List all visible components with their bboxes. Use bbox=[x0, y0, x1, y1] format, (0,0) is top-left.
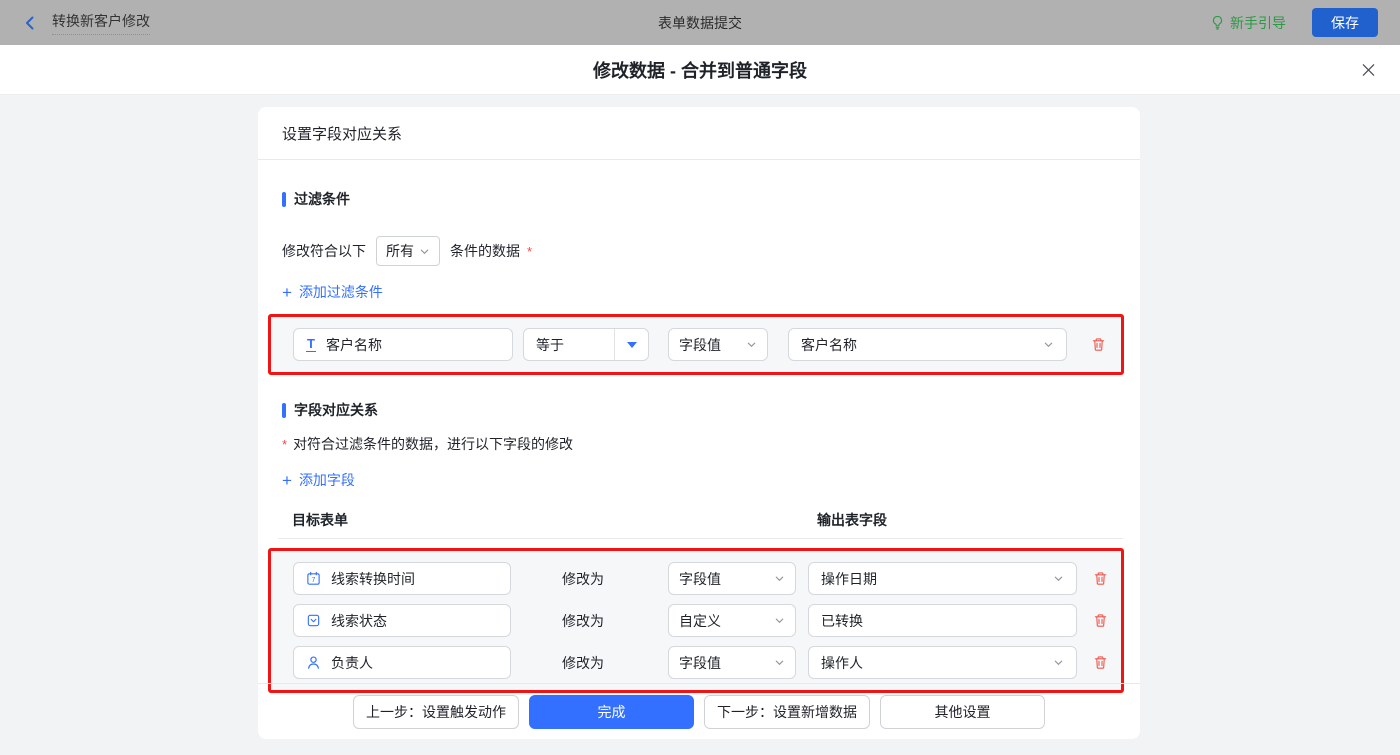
text-field-icon: T bbox=[306, 336, 316, 352]
chevron-down-icon bbox=[774, 573, 785, 584]
plus-icon: + bbox=[282, 470, 292, 490]
modify-label: 修改为 bbox=[562, 570, 604, 587]
close-icon[interactable] bbox=[1361, 62, 1376, 77]
prev-step-button[interactable]: 上一步：设置触发动作 bbox=[353, 694, 519, 729]
mapping-row: 7 线索转换时间 修改为 字段值 操作日期 bbox=[293, 562, 1121, 595]
filter-section-title: 过滤条件 bbox=[282, 189, 1116, 209]
other-settings-button[interactable]: 其他设置 bbox=[880, 694, 1045, 729]
mapping-description: * 对符合过滤条件的数据，进行以下字段的修改 bbox=[282, 436, 574, 452]
section-bar bbox=[282, 402, 286, 418]
svg-text:7: 7 bbox=[312, 577, 316, 584]
add-filter-link[interactable]: + 添加过滤条件 bbox=[282, 282, 383, 302]
modify-label: 修改为 bbox=[562, 612, 604, 629]
filter-field-input[interactable]: T 客户名称 bbox=[293, 328, 513, 361]
mapping-highlight-box: 7 线索转换时间 修改为 字段值 操作日期 线索状态 修改为 自定义 已转换 负… bbox=[268, 548, 1124, 693]
target-field-input[interactable]: 负责人 bbox=[293, 646, 511, 679]
target-field-input[interactable]: 线索状态 bbox=[293, 604, 511, 637]
operator-select[interactable]: 等于 bbox=[523, 328, 649, 361]
guide-label: 新手引导 bbox=[1230, 14, 1286, 31]
guide-link[interactable]: 新手引导 bbox=[1210, 13, 1286, 33]
save-button[interactable]: 保存 bbox=[1312, 8, 1378, 37]
lightbulb-icon bbox=[1210, 15, 1225, 30]
card-footer: 上一步：设置触发动作 完成 下一步：设置新增数据 其他设置 bbox=[258, 683, 1140, 739]
page-title: 表单数据提交 bbox=[658, 14, 742, 31]
modal-body: 设置字段对应关系 过滤条件 修改符合以下 所有 条件的数据 * + 添加过滤条件… bbox=[0, 95, 1400, 755]
column-output: 输出表字段 bbox=[817, 512, 887, 528]
done-button[interactable]: 完成 bbox=[529, 694, 694, 729]
custom-value-input[interactable]: 已转换 bbox=[808, 604, 1077, 637]
value-type-select[interactable]: 字段值 bbox=[668, 646, 796, 679]
match-mode-select[interactable]: 所有 bbox=[376, 236, 440, 266]
next-step-button[interactable]: 下一步：设置新增数据 bbox=[704, 694, 870, 729]
column-headers: 目标表单 输出表字段 bbox=[282, 510, 1116, 530]
modal-header: 修改数据 - 合并到普通字段 bbox=[0, 45, 1400, 95]
card-header: 设置字段对应关系 bbox=[258, 107, 1140, 160]
flow-title[interactable]: 转换新客户修改 bbox=[52, 11, 150, 35]
divider bbox=[278, 538, 1123, 539]
trash-icon[interactable] bbox=[1093, 571, 1108, 586]
chevron-down-icon bbox=[774, 657, 785, 668]
trash-icon[interactable] bbox=[1093, 655, 1108, 670]
trash-icon[interactable] bbox=[1093, 613, 1108, 628]
top-bar: 转换新客户修改 表单数据提交 新手引导 保存 bbox=[0, 0, 1400, 45]
mapping-section-title: 字段对应关系 bbox=[282, 400, 1116, 420]
output-field-select[interactable]: 操作日期 bbox=[808, 562, 1077, 595]
add-field-link[interactable]: + 添加字段 bbox=[282, 470, 355, 490]
target-field-input[interactable]: 7 线索转换时间 bbox=[293, 562, 511, 595]
mapping-row: 负责人 修改为 字段值 操作人 bbox=[293, 646, 1121, 679]
value-type-select[interactable]: 字段值 bbox=[668, 328, 768, 361]
sentence-prefix: 修改符合以下 bbox=[282, 243, 366, 259]
chevron-down-icon bbox=[774, 615, 785, 626]
chevron-down-icon bbox=[1053, 573, 1064, 584]
back-icon[interactable] bbox=[22, 15, 38, 31]
modify-label: 修改为 bbox=[562, 654, 604, 671]
required-mark: * bbox=[527, 243, 533, 259]
modal-title: 修改数据 - 合并到普通字段 bbox=[593, 60, 807, 81]
settings-card: 设置字段对应关系 过滤条件 修改符合以下 所有 条件的数据 * + 添加过滤条件… bbox=[258, 107, 1140, 739]
chevron-down-icon bbox=[746, 339, 757, 350]
sentence-suffix: 条件的数据 bbox=[450, 243, 520, 259]
column-target: 目标表单 bbox=[292, 512, 348, 528]
filter-highlight-box: T 客户名称 等于 字段值 客户名称 bbox=[268, 314, 1124, 375]
required-mark: * bbox=[282, 436, 288, 452]
trash-icon[interactable] bbox=[1091, 337, 1106, 352]
section-bar bbox=[282, 191, 286, 207]
value-type-select[interactable]: 自定义 bbox=[668, 604, 796, 637]
chevron-down-icon bbox=[1043, 339, 1054, 350]
output-field-select[interactable]: 操作人 bbox=[808, 646, 1077, 679]
mapping-row: 线索状态 修改为 自定义 已转换 bbox=[293, 604, 1121, 637]
filter-sentence: 修改符合以下 所有 条件的数据 * bbox=[282, 236, 1116, 266]
caret-down-icon bbox=[614, 329, 648, 360]
plus-icon: + bbox=[282, 282, 292, 302]
filter-value-select[interactable]: 客户名称 bbox=[788, 328, 1067, 361]
person-icon bbox=[306, 655, 321, 670]
chevron-down-icon bbox=[1053, 657, 1064, 668]
select-field-icon bbox=[306, 613, 321, 628]
chevron-down-icon bbox=[419, 246, 430, 257]
value-type-select[interactable]: 字段值 bbox=[668, 562, 796, 595]
filter-condition-row: T 客户名称 等于 字段值 客户名称 bbox=[293, 328, 1121, 361]
calendar-icon: 7 bbox=[306, 571, 321, 586]
